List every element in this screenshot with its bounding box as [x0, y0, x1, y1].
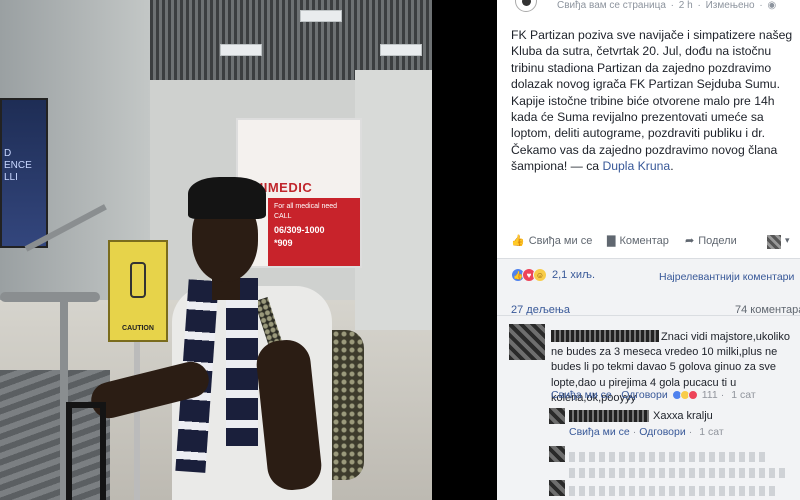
speech-bubble-icon: ▇: [607, 235, 616, 247]
separator-dot: ·: [614, 389, 619, 401]
viewer-avatar[interactable]: [767, 235, 781, 249]
liked-page-label: Свиђа вам се страница: [557, 0, 666, 11]
medic-band-text: For all medical need CALL: [274, 203, 338, 220]
thumbs-up-icon: 👍: [511, 235, 525, 247]
comment-list: Znaci vidi majstore,ukoliko ne budes za …: [497, 315, 800, 500]
tagged-page-link[interactable]: Dupla Kruna: [602, 159, 670, 173]
reply-reply-link[interactable]: Одговори: [639, 426, 686, 438]
separator-dot: ·: [688, 426, 693, 438]
meta-dot: ·: [697, 0, 701, 11]
comment-reply-link[interactable]: Одговори: [621, 389, 668, 401]
comment-like-link[interactable]: Свиђа ми се: [551, 389, 612, 401]
led-advert: D ENCE LLI: [0, 98, 48, 248]
comment-label: Коментар: [619, 234, 669, 247]
post-time[interactable]: 2 h: [679, 0, 693, 11]
separator-dot: ·: [720, 389, 725, 401]
redacted-comment: [569, 452, 769, 462]
caution-label: CAUTION: [122, 325, 154, 332]
reply-avatar[interactable]: [549, 408, 565, 424]
comment-time[interactable]: 1 сат: [731, 389, 755, 401]
caution-sign: CAUTION: [108, 240, 168, 342]
photo-ceiling: [150, 0, 432, 80]
chevron-down-icon[interactable]: ▾: [785, 235, 790, 246]
reply-like-link[interactable]: Свиђа ми се: [569, 426, 630, 438]
suitcase-handle: [66, 402, 106, 500]
comment-reaction-count[interactable]: 111: [702, 389, 718, 401]
escalator-handrail: [0, 292, 100, 302]
edited-label[interactable]: Измењено: [706, 0, 755, 11]
man-cap: [188, 177, 266, 219]
ceiling-light: [380, 44, 422, 56]
comment-reactions-icon[interactable]: [671, 390, 698, 400]
post-header: Свиђа вам се страница · 2 h · Измењено ·…: [497, 0, 800, 14]
post-text: FK Partizan poziva sve navijače i simpat…: [511, 28, 793, 174]
comment-button[interactable]: ▇ Коментар: [607, 234, 669, 248]
replier-name-redacted[interactable]: [569, 410, 649, 422]
haha-reaction-icon: ☺: [533, 268, 547, 282]
meta-dot: ·: [759, 0, 763, 11]
share-arrow-icon: ➦: [685, 235, 695, 247]
reply-actions: Свиђа ми се · Одговори · 1 сат: [569, 426, 724, 438]
medic-advert-band: For all medical need CALL 06/309-1000 *9…: [268, 198, 360, 266]
separator-dot: ·: [632, 426, 637, 438]
meta-dot: ·: [670, 0, 675, 11]
reaction-summary[interactable]: 👍 ♥ ☺ 2,1 хиљ.: [511, 268, 595, 282]
redacted-comment: [569, 486, 779, 496]
medic-phone-1: 06/309-1000: [274, 225, 325, 235]
reaction-count[interactable]: 2,1 хиљ.: [552, 269, 595, 281]
share-button[interactable]: ➦ Подели: [685, 234, 737, 248]
tag-prefix: — са: [567, 159, 603, 174]
caution-figure: [130, 262, 146, 298]
globe-icon: ◉: [767, 0, 777, 11]
caution-sign-pole: [134, 342, 140, 500]
lightbox-gutter: [432, 0, 497, 500]
photo-pillar: [355, 70, 432, 330]
redacted-comment: [569, 468, 789, 478]
redacted-avatar[interactable]: [549, 446, 565, 462]
medic-phone-2: *909: [274, 238, 293, 248]
share-label: Подели: [698, 234, 737, 247]
commenter-avatar[interactable]: [509, 324, 545, 360]
ceiling-light: [220, 44, 262, 56]
tag-suffix: .: [670, 159, 674, 174]
reply-time[interactable]: 1 сат: [699, 426, 723, 438]
like-label: Свиђа ми се: [528, 234, 593, 247]
reply-text: Хахха kralju: [653, 410, 713, 422]
post-action-bar: 👍 Свиђа ми се ▇ Коментар ➦ Подели ▾: [497, 231, 800, 255]
post-meta: Свиђа вам се страница · 2 h · Измењено ·…: [557, 0, 778, 11]
comment-sort-dropdown[interactable]: Најрелевантнији коментари: [659, 271, 794, 283]
scarf-right: [226, 278, 258, 446]
post-photo[interactable]: D ENCE LLI ELIIMEDIC For all medical nee…: [0, 0, 432, 500]
post-side-panel: Свиђа вам се страница · 2 h · Измењено ·…: [497, 0, 800, 500]
post-body: FK Partizan poziva sve navijače i simpat…: [511, 27, 800, 175]
like-button[interactable]: 👍 Свиђа ми се: [511, 234, 593, 248]
page-avatar[interactable]: [515, 0, 537, 12]
comment-actions: Свиђа ми се · Одговори 111 · 1 сат: [551, 389, 756, 401]
redacted-avatar[interactable]: [549, 480, 565, 496]
ceiling-light: [300, 10, 342, 22]
